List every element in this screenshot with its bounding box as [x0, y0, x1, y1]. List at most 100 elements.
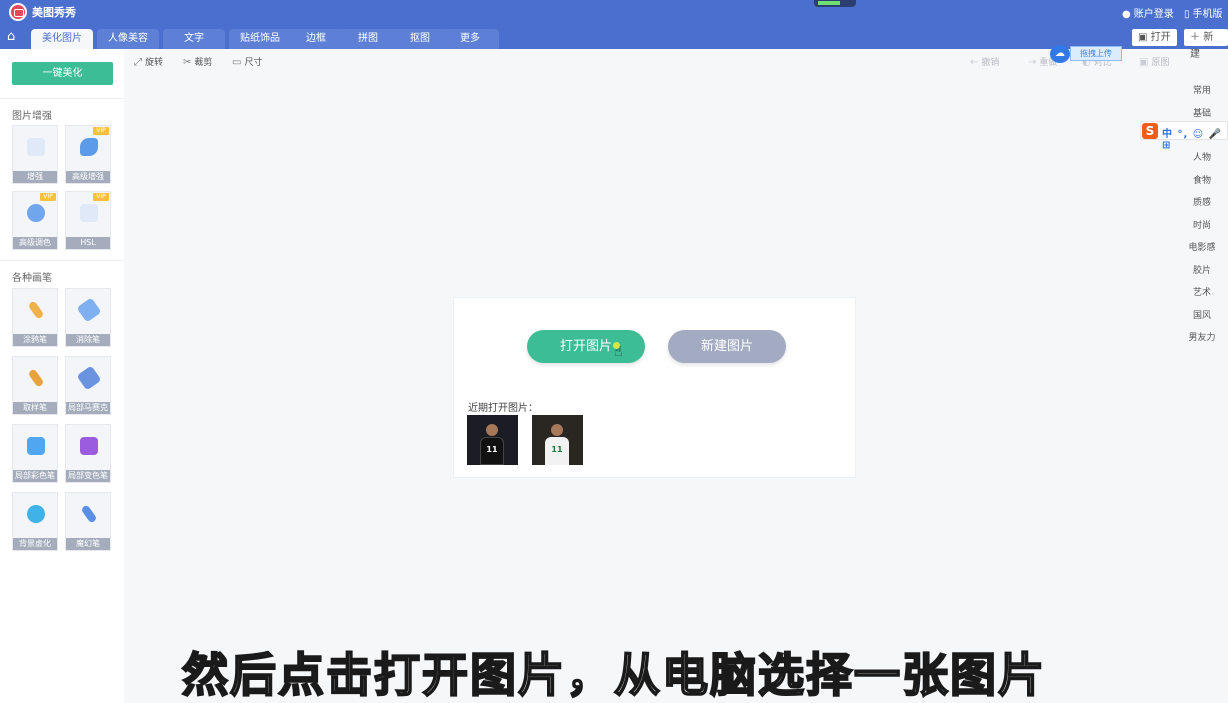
tool-local-color-pen[interactable]: 局部彩色笔	[12, 424, 58, 483]
filter-category-boyfriend[interactable]: 男友力	[1182, 330, 1222, 343]
scissors-icon: ✂	[183, 57, 192, 68]
home-icon[interactable]: ⌂	[7, 30, 15, 43]
battery-indicator	[814, 0, 856, 7]
resize-icon: ▭	[232, 57, 242, 68]
login-label: 账户登录	[1133, 9, 1174, 20]
drag-upload-button[interactable]: 拖拽上传	[1070, 46, 1122, 61]
recent-images-label: 近期打开图片：	[468, 403, 538, 414]
filter-category-chinese-style[interactable]: 国风	[1182, 308, 1222, 321]
tool-label: 背景虚化	[13, 538, 57, 550]
palette-icon	[27, 204, 45, 222]
vip-badge: VIP	[93, 193, 109, 201]
tool-background-blur[interactable]: 背景虚化	[12, 492, 58, 551]
title-bar: 美图秀秀 ● 账户登录 ▯ 手机版	[0, 0, 1228, 24]
one-click-beautify-button[interactable]: 一键美化	[12, 62, 113, 85]
tool-label: 取样笔	[13, 402, 57, 414]
video-caption: 然后点击打开图片，从电脑选择一张图片	[181, 647, 1046, 703]
app-logo-icon	[9, 3, 27, 21]
jersey-number: 11	[551, 445, 563, 454]
open-image-button[interactable]: 打开图片	[527, 330, 645, 363]
image-icon: ▣	[1138, 32, 1151, 43]
eraser-icon	[76, 297, 102, 323]
tool-label: 消除笔	[66, 334, 110, 346]
tool-label: 涂鸦笔	[13, 334, 57, 346]
tool-label: 高级增强	[66, 171, 110, 183]
undo-icon: ←	[970, 57, 979, 68]
tool-eraser[interactable]: 消除笔	[65, 288, 111, 347]
hsl-sliders-icon	[80, 204, 98, 222]
tab-more[interactable]: 更多	[441, 29, 499, 49]
player-head	[551, 424, 563, 436]
crop-label: 裁剪	[194, 58, 213, 68]
ime-toolbar[interactable]: S 中 °, ☺ 🎤 ⊞	[1140, 121, 1228, 151]
filter-category-common[interactable]: 常用	[1182, 83, 1222, 96]
filter-category-people[interactable]: 人物	[1182, 150, 1222, 163]
tool-sampling-pen[interactable]: 取样笔	[12, 356, 58, 415]
player-head	[486, 424, 498, 436]
filter-category-basic[interactable]: 基础	[1182, 106, 1222, 119]
recolor-icon	[80, 437, 98, 455]
original-button[interactable]: ▣ 原图	[1139, 55, 1169, 68]
recent-image-thumbnail[interactable]: 11	[467, 415, 518, 465]
rotate-label: 旋转	[145, 58, 164, 68]
rotate-icon: ⤢	[134, 57, 142, 68]
filter-category-art[interactable]: 艺术	[1182, 285, 1222, 298]
tool-label: 局部马赛克	[66, 402, 110, 414]
size-button[interactable]: ▭ 尺寸	[232, 55, 262, 68]
tool-enhance[interactable]: 增强	[12, 125, 58, 184]
login-link[interactable]: ● 账户登录	[1122, 5, 1174, 20]
filter-category-food[interactable]: 食物	[1182, 173, 1222, 186]
section-title-enhance: 图片增强	[12, 111, 52, 122]
cloud-upload-icon[interactable]: ☁	[1050, 45, 1070, 63]
open-button[interactable]: ▣ 打开	[1132, 29, 1177, 46]
magic-pen-icon	[80, 504, 98, 524]
tool-label: HSL	[66, 237, 110, 249]
left-sidebar: 一键美化 图片增强 增强 VIP 高级增强 VIP 高级调色 VIP HSL 各…	[0, 49, 124, 703]
tool-magic-pen[interactable]: 魔幻笔	[65, 492, 111, 551]
color-grid-icon	[27, 437, 45, 455]
tool-label: 魔幻笔	[66, 538, 110, 550]
vip-badge: VIP	[93, 127, 109, 135]
jersey-number: 11	[486, 445, 498, 454]
undo-label: 撤销	[981, 58, 1000, 68]
blur-circle-icon	[27, 505, 45, 523]
start-card: 打开图片 新建图片 近期打开图片： 11 11	[453, 297, 856, 478]
crop-button[interactable]: ✂ 裁剪	[183, 55, 212, 68]
tool-advanced-enhance[interactable]: VIP 高级增强	[65, 125, 111, 184]
sogou-logo-icon: S	[1142, 123, 1158, 139]
tab-beautify[interactable]: 美化图片	[31, 29, 93, 49]
filter-category-cinematic[interactable]: 电影感	[1182, 240, 1222, 253]
tab-stickers[interactable]: 贴纸饰品	[229, 29, 291, 49]
recent-image-thumbnail[interactable]: 11	[532, 415, 583, 465]
tool-local-mosaic[interactable]: 局部马赛克	[65, 356, 111, 415]
ime-status: 中 °, ☺ 🎤 ⊞	[1162, 129, 1223, 151]
tool-doodle-pen[interactable]: 涂鸦笔	[12, 288, 58, 347]
tab-text[interactable]: 文字	[163, 29, 225, 49]
tool-advanced-color[interactable]: VIP 高级调色	[12, 191, 58, 250]
brush-icon	[27, 368, 45, 388]
open-label: 打开	[1150, 32, 1171, 43]
filter-category-texture[interactable]: 质感	[1182, 195, 1222, 208]
rotate-button[interactable]: ⤢ 旋转	[134, 55, 163, 68]
undo-button[interactable]: ← 撤销	[970, 55, 999, 68]
filter-category-film[interactable]: 胶片	[1182, 263, 1222, 276]
tool-hsl[interactable]: VIP HSL	[65, 191, 111, 250]
tab-portrait[interactable]: 人像美容	[97, 29, 159, 49]
app-title: 美图秀秀	[32, 6, 76, 19]
redo-icon: →	[1028, 57, 1037, 68]
original-label: 原图	[1151, 58, 1170, 68]
new-image-button[interactable]: 新建图片	[668, 330, 786, 363]
plus-icon: ＋	[1190, 32, 1204, 43]
sidebar-divider	[0, 260, 124, 261]
phone-icon: ▯	[1184, 9, 1190, 20]
section-title-brushes: 各种画笔	[12, 273, 52, 284]
sidebar-divider	[0, 98, 124, 99]
mobile-link[interactable]: ▯ 手机版	[1184, 5, 1223, 20]
tool-label: 局部彩色笔	[13, 470, 57, 482]
vip-badge: VIP	[40, 193, 56, 201]
tool-label: 高级调色	[13, 237, 57, 249]
new-button[interactable]: ＋ 新建	[1184, 29, 1228, 60]
tool-local-recolor-pen[interactable]: 局部变色笔	[65, 424, 111, 483]
filter-category-fashion[interactable]: 时尚	[1182, 218, 1222, 231]
tab-bar: ⌂ 美化图片 人像美容 文字 贴纸饰品 边框 拼图 抠图 更多 ▣ 打开 ＋ 新…	[0, 24, 1228, 60]
